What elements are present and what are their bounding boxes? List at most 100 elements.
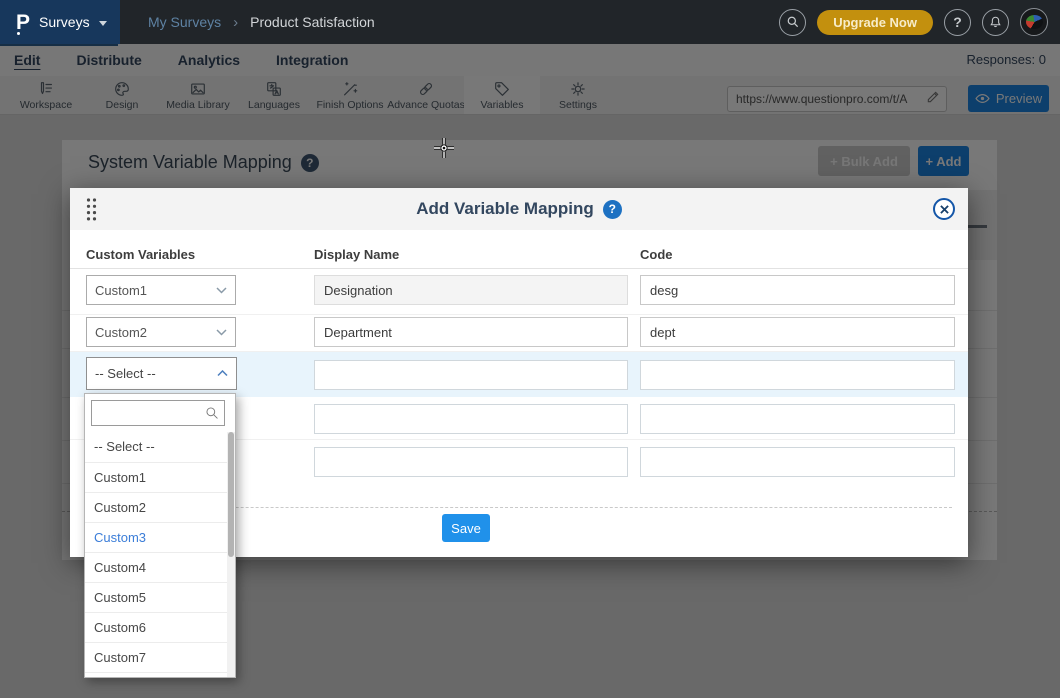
column-header-divider (70, 268, 968, 269)
tab-distribute[interactable]: Distribute (76, 52, 141, 68)
display-name-input-2[interactable] (314, 317, 628, 347)
modal-help-icon[interactable]: ? (603, 200, 622, 219)
modal-title: Add Variable Mapping (416, 199, 594, 219)
code-input-3[interactable] (640, 360, 955, 390)
question-mark-icon: ? (953, 14, 962, 30)
chevron-up-icon (217, 370, 228, 377)
variables-icon (493, 80, 511, 98)
display-name-input-4[interactable] (314, 404, 628, 434)
dropdown-option-custom6[interactable]: Custom6 (85, 612, 229, 642)
column-header-code: Code (640, 247, 673, 262)
mapping-row-3-active: -- Select -- (70, 352, 968, 397)
search-icon (786, 15, 800, 29)
toolbar-item-settings[interactable]: Settings (540, 76, 616, 114)
modal-close-button[interactable] (933, 198, 955, 220)
preview-button[interactable]: Preview (968, 85, 1049, 112)
questionpro-logo: P (16, 12, 30, 33)
survey-url-field (727, 86, 947, 112)
chevron-down-icon (99, 21, 107, 26)
dropdown-option-select[interactable]: -- Select -- (85, 432, 229, 462)
display-name-input-5[interactable] (314, 447, 628, 477)
dropdown-option-custom4[interactable]: Custom4 (85, 552, 229, 582)
breadcrumb-my-surveys[interactable]: My Surveys (148, 14, 221, 30)
breadcrumb-separator-icon: › (233, 14, 238, 31)
add-button[interactable]: + Add (918, 146, 969, 176)
mapping-row-2: Custom2 (70, 315, 968, 352)
custom-variable-select-2[interactable]: Custom2 (86, 317, 236, 347)
settings-icon (569, 80, 587, 98)
column-header-display-name: Display Name (314, 247, 399, 262)
user-avatar[interactable] (1020, 8, 1048, 36)
responses-count: Responses: 0 (967, 52, 1047, 67)
breadcrumb-current-survey: Product Satisfaction (250, 14, 375, 30)
design-icon (113, 80, 131, 98)
dropdown-option-custom5[interactable]: Custom5 (85, 582, 229, 612)
help-button[interactable]: ? (944, 9, 971, 36)
dropdown-scrollbar[interactable] (227, 432, 235, 678)
bell-icon (988, 15, 1003, 30)
code-input-4[interactable] (640, 404, 955, 434)
plus-icon: + (925, 154, 933, 169)
edit-url-button[interactable] (926, 90, 946, 109)
save-button[interactable]: Save (442, 514, 490, 542)
tab-integration[interactable]: Integration (276, 52, 348, 68)
media-library-icon (189, 80, 207, 98)
notifications-button[interactable] (982, 9, 1009, 36)
custom-variable-select-1[interactable]: Custom1 (86, 275, 236, 305)
breadcrumb: My Surveys › Product Satisfaction (148, 0, 375, 44)
custom-variable-dropdown: -- Select -- Custom1 Custom2 Custom3 Cus… (84, 393, 236, 678)
column-header-custom-variables: Custom Variables (86, 247, 195, 262)
dropdown-scrollbar-thumb[interactable] (228, 432, 234, 557)
background-bar-fragment (967, 225, 987, 228)
toolbar-item-finish-options[interactable]: Finish Options (312, 76, 388, 114)
workspace-icon (37, 80, 55, 98)
toolbar-item-languages[interactable]: Languages (236, 76, 312, 114)
close-icon (940, 205, 949, 214)
dropdown-option-custom1[interactable]: Custom1 (85, 462, 229, 492)
code-input-5[interactable] (640, 447, 955, 477)
header-actions: Upgrade Now ? (779, 0, 1048, 44)
product-switcher[interactable]: P Surveys (0, 0, 120, 44)
chevron-down-icon (216, 329, 227, 336)
survey-nav-bar: Edit Distribute Analytics Integration Re… (0, 44, 1060, 76)
toolbar-item-advance-quotas[interactable]: Advance Quotas (388, 76, 464, 114)
avatar-image (1026, 15, 1043, 29)
advance-quotas-icon (417, 80, 435, 98)
search-button[interactable] (779, 9, 806, 36)
toolbar-item-media-library[interactable]: Media Library (160, 76, 236, 114)
page-help-icon[interactable]: ? (301, 154, 319, 172)
tab-edit[interactable]: Edit (14, 52, 40, 68)
eye-icon (975, 93, 990, 104)
top-header-bar: P Surveys My Surveys › Product Satisfact… (0, 0, 1060, 44)
code-input-1[interactable] (640, 275, 955, 305)
toolbar-item-workspace[interactable]: Workspace (8, 76, 84, 114)
dropdown-option-custom7[interactable]: Custom7 (85, 642, 229, 672)
code-input-2[interactable] (640, 317, 955, 347)
display-name-input-3[interactable] (314, 360, 628, 390)
mapping-row-1: Custom1 (70, 272, 968, 315)
dropdown-search-input[interactable] (92, 406, 205, 420)
upgrade-now-button[interactable]: Upgrade Now (817, 10, 933, 35)
app-root: P Surveys My Surveys › Product Satisfact… (0, 0, 1060, 698)
languages-icon (265, 80, 283, 98)
toolbar-item-design[interactable]: Design (84, 76, 160, 114)
dropdown-option-custom3[interactable]: Custom3 (85, 522, 229, 552)
custom-variable-select-3-open[interactable]: -- Select -- (86, 357, 237, 390)
bulk-add-button[interactable]: + Bulk Add (818, 146, 910, 176)
dropdown-option-custom2[interactable]: Custom2 (85, 492, 229, 522)
display-name-input-1[interactable] (314, 275, 628, 305)
search-icon (205, 406, 219, 420)
survey-url-input[interactable] (728, 92, 926, 106)
chevron-down-icon (216, 287, 227, 294)
dropdown-search-field (91, 400, 225, 426)
modal-header: Add Variable Mapping ? (70, 188, 968, 230)
product-name: Surveys (39, 14, 90, 30)
tab-analytics[interactable]: Analytics (178, 52, 240, 68)
finish-options-icon (341, 80, 359, 98)
page-title: System Variable Mapping (88, 152, 292, 173)
toolbar-item-variables[interactable]: Variables (464, 76, 540, 114)
dropdown-option-list: -- Select -- Custom1 Custom2 Custom3 Cus… (85, 432, 229, 678)
edit-toolbar: Workspace Design Media Library Languages… (0, 76, 1060, 115)
plus-icon: + (830, 154, 838, 169)
pencil-icon (926, 90, 940, 104)
